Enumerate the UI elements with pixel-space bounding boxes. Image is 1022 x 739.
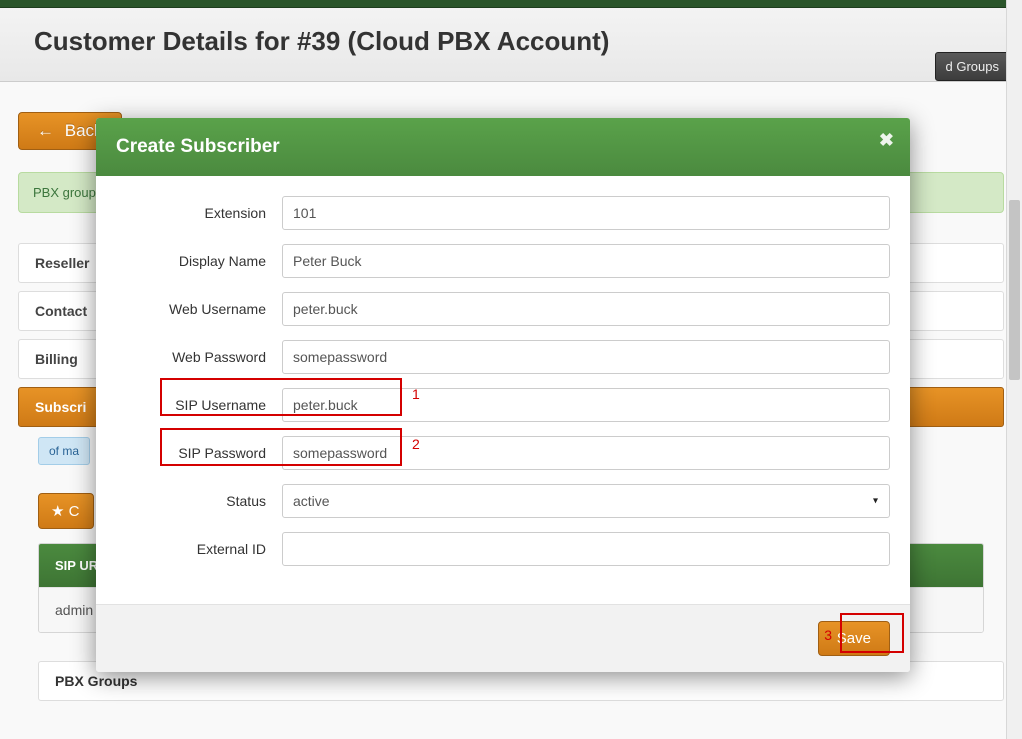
sip-password-input[interactable] [282, 436, 890, 470]
scrollbar-thumb[interactable] [1009, 200, 1020, 380]
row-web-password: Web Password [96, 340, 890, 374]
label-display-name: Display Name [96, 253, 282, 269]
create-subscriber-label: C [69, 503, 80, 520]
label-external-id: External ID [96, 541, 282, 557]
status-select-wrap: active ▾ [282, 484, 890, 518]
table-header-label: SIP UR [55, 558, 98, 573]
arrow-left-icon: ← [37, 121, 54, 140]
create-subscriber-button[interactable]: ★ C [38, 493, 94, 529]
row-sip-username: SIP Username [96, 388, 890, 422]
panel-pbx-groups-label: PBX Groups [55, 673, 137, 689]
page-title: Customer Details for #39 (Cloud PBX Acco… [34, 26, 988, 57]
create-subscriber-modal: Create Subscriber ✖ Extension Display Na… [96, 118, 910, 672]
table-cell-value: admin [55, 602, 93, 618]
top-bar [0, 0, 1022, 8]
modal-footer: 3 Save [96, 604, 910, 672]
row-display-name: Display Name [96, 244, 890, 278]
save-button[interactable]: Save [818, 621, 890, 656]
extension-input[interactable] [282, 196, 890, 230]
filter-chip-label: of ma [49, 444, 79, 458]
star-icon: ★ [51, 503, 64, 520]
close-icon[interactable]: ✖ [879, 130, 894, 151]
modal-title: Create Subscriber [116, 136, 890, 158]
label-extension: Extension [96, 205, 282, 221]
row-sip-password: SIP Password [96, 436, 890, 470]
display-name-input[interactable] [282, 244, 890, 278]
page-header: Customer Details for #39 (Cloud PBX Acco… [0, 8, 1022, 82]
row-external-id: External ID [96, 532, 890, 566]
panel-contact-label: Contact [35, 303, 87, 319]
external-id-input[interactable] [282, 532, 890, 566]
label-status: Status [96, 493, 282, 509]
sip-username-input[interactable] [282, 388, 890, 422]
row-extension: Extension [96, 196, 890, 230]
groups-button[interactable]: d Groups [935, 52, 1010, 81]
status-select[interactable]: active [282, 484, 890, 518]
panel-billing-label: Billing [35, 351, 78, 367]
save-button-label: Save [837, 630, 871, 647]
modal-header: Create Subscriber ✖ [96, 118, 910, 176]
web-password-input[interactable] [282, 340, 890, 374]
web-username-input[interactable] [282, 292, 890, 326]
label-sip-password: SIP Password [96, 445, 282, 461]
panel-reseller-label: Reseller [35, 255, 89, 271]
filter-chip[interactable]: of ma [38, 437, 90, 465]
modal-body: Extension Display Name Web Username Web … [96, 176, 910, 604]
label-web-password: Web Password [96, 349, 282, 365]
page-scrollbar[interactable] [1006, 0, 1022, 739]
groups-button-label: d Groups [946, 59, 999, 74]
row-status: Status active ▾ [96, 484, 890, 518]
panel-subscribers-label: Subscri [35, 399, 86, 415]
label-sip-username: SIP Username [96, 397, 282, 413]
row-web-username: Web Username [96, 292, 890, 326]
label-web-username: Web Username [96, 301, 282, 317]
